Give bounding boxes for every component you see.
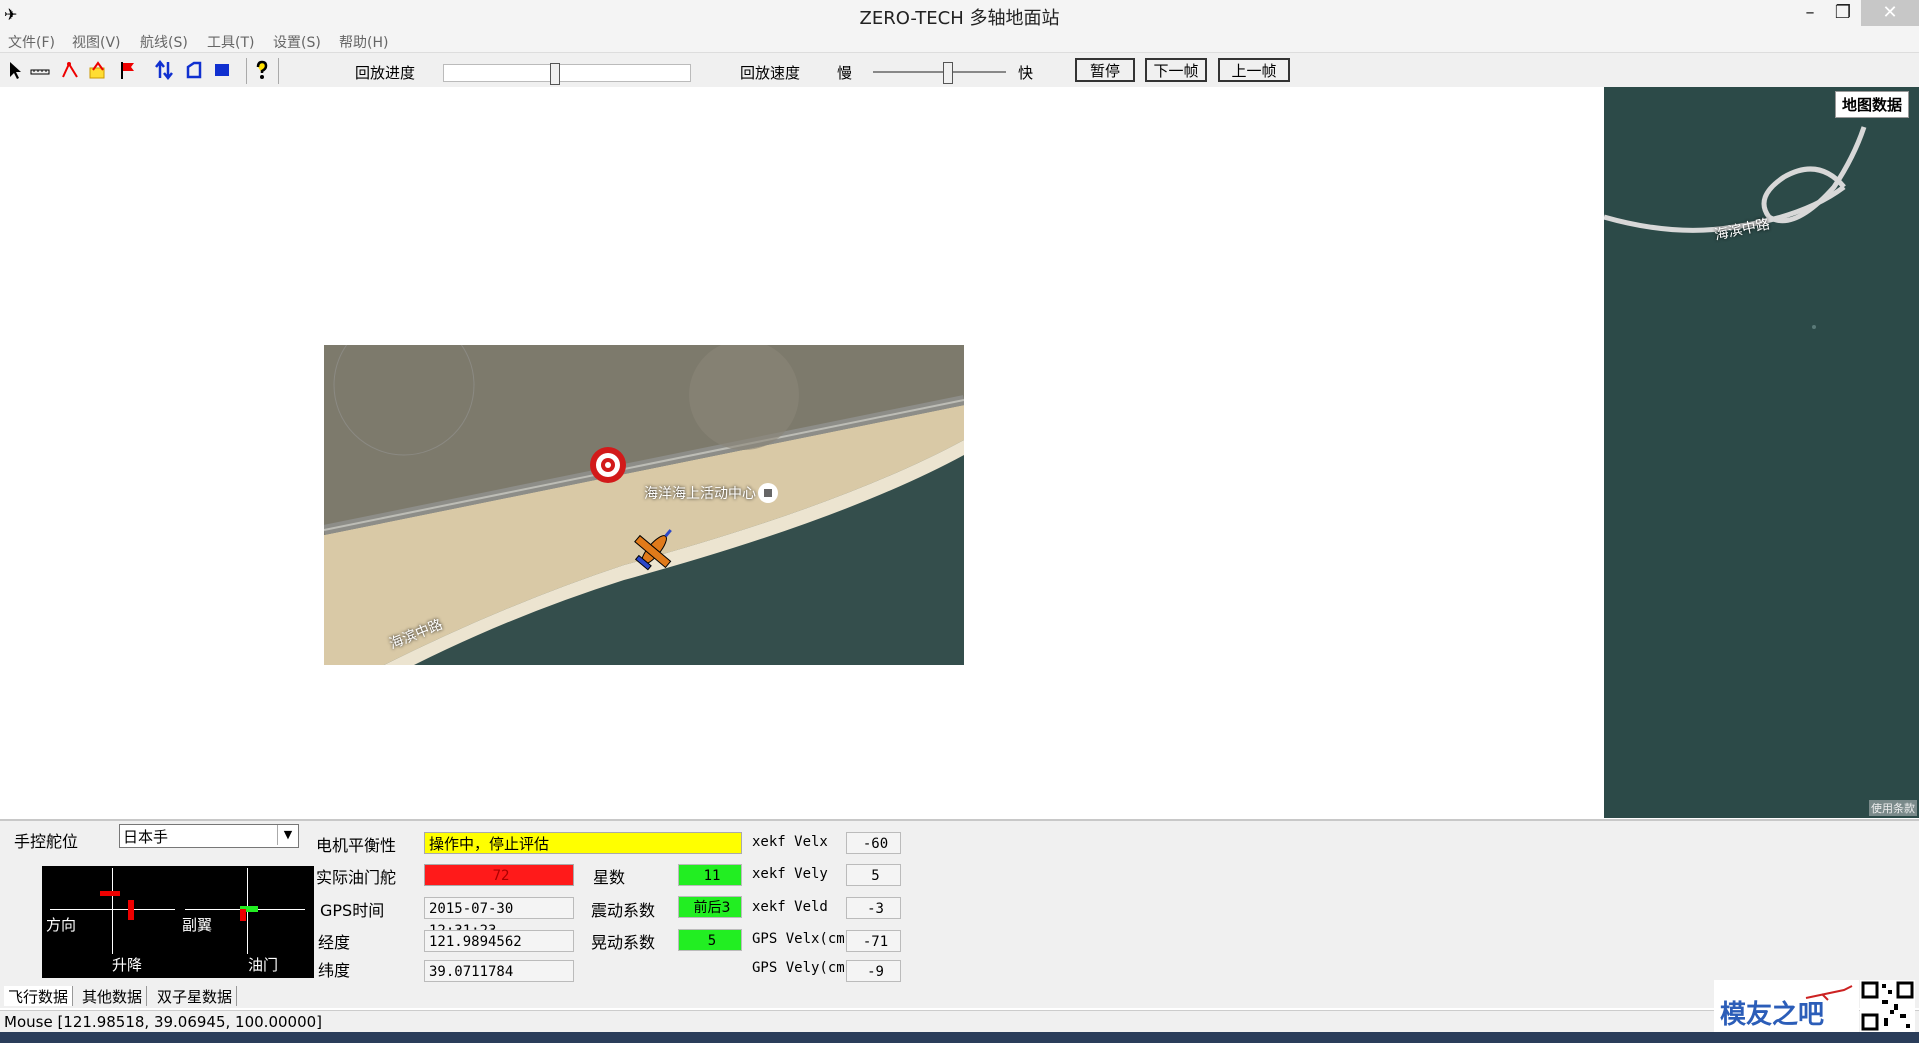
playback-progress-label: 回放进度: [355, 64, 416, 82]
vibration-value: 前后3: [678, 896, 742, 918]
sway-value: 5: [678, 929, 742, 951]
gps-time-value: 2015-07-30 12:31:23: [424, 897, 574, 939]
menu-settings[interactable]: 设置(S): [273, 32, 321, 52]
gps-time-label: GPS时间: [320, 901, 385, 920]
playback-progress-thumb[interactable]: [550, 63, 560, 85]
xekf-veld-label: xekf Veld: [752, 899, 828, 915]
direction-label: 方向: [46, 916, 77, 934]
left-stick-v-axis: [112, 868, 113, 954]
playback-speed-label: 回放速度: [740, 64, 801, 82]
prev-frame-button[interactable]: 上一帧: [1218, 58, 1290, 82]
up-down-arrows-icon[interactable]: [154, 60, 174, 80]
elevator-indicator: [128, 900, 134, 920]
satellites-label: 星数: [593, 868, 626, 887]
menu-help[interactable]: 帮助(H): [339, 32, 388, 52]
aileron-label: 副翼: [182, 916, 213, 934]
mouse-coordinates: Mouse [121.98518, 39.06945, 100.00000]: [4, 1013, 323, 1031]
vibration-label: 震动系数: [591, 901, 656, 920]
waypoint-path-icon[interactable]: [60, 60, 80, 80]
square-icon[interactable]: [212, 60, 232, 80]
pointer-icon[interactable]: [6, 60, 26, 80]
satellites-value: 11: [678, 864, 742, 886]
tab-other-data[interactable]: 其他数据: [78, 986, 148, 1006]
waypoint-edit-icon[interactable]: [88, 60, 108, 80]
help-icon[interactable]: [252, 60, 272, 80]
tab-gemini-data[interactable]: 双子星数据: [153, 986, 238, 1006]
stick-mode-select[interactable]: 日本手 ▼: [119, 824, 299, 848]
motor-balance-label: 电机平衡性: [316, 836, 397, 855]
xekf-velx-value: -60: [846, 832, 901, 854]
latitude-label: 纬度: [318, 961, 351, 980]
xekf-veld-value: -3: [846, 897, 901, 919]
maximize-button[interactable]: ❐: [1820, 0, 1866, 26]
gps-velx-label: GPS Velx(cm): [752, 931, 854, 947]
gps-vely-value: -9: [846, 960, 901, 982]
taskbar: [0, 1032, 1919, 1043]
latitude-value: 39.0711784: [424, 960, 574, 982]
actual-throttle-value: 72: [424, 864, 574, 886]
fast-label: 快: [1018, 64, 1034, 82]
place-label: 海洋海上活动中心: [644, 486, 756, 502]
stick-mode-label: 手控舵位: [14, 832, 79, 851]
next-frame-button[interactable]: 下一帧: [1145, 58, 1207, 82]
gps-vely-label: GPS Vely(cm): [752, 960, 854, 976]
qr-code-icon: [1861, 981, 1914, 1031]
menu-bar: 文件(F) 视图(V) 航线(S) 工具(T) 设置(S) 帮助(H): [0, 30, 1919, 53]
toolbar: 回放进度 回放速度 慢 快 暂停 下一帧 上一帧: [0, 53, 1919, 88]
sway-label: 晃动系数: [591, 933, 656, 952]
tab-flight-data[interactable]: 飞行数据: [4, 986, 74, 1006]
flag-icon[interactable]: [118, 60, 138, 80]
overview-map-image: [1604, 126, 1867, 329]
ruler-icon[interactable]: [30, 60, 50, 80]
motor-balance-value: 操作中，停止评估: [424, 832, 742, 854]
satellite-map-tile[interactable]: 海洋海上活动中心 海滨中路: [324, 345, 964, 665]
home-point-icon[interactable]: [758, 483, 778, 503]
menu-tools[interactable]: 工具(T): [207, 32, 254, 52]
qr-code: [1860, 980, 1915, 1032]
elevator-label: 升降: [112, 956, 143, 974]
gps-velx-value: -71: [846, 930, 901, 952]
close-button[interactable]: ✕: [1861, 0, 1919, 26]
stick-position-display: 方向 副翼 升降 油门: [42, 866, 314, 978]
overview-map-panel[interactable]: 地图数据 海滨中路 使用条款: [1604, 87, 1919, 818]
data-tabs: 飞行数据 其他数据 双子星数据: [0, 984, 1919, 1008]
playback-speed-slider[interactable]: [873, 62, 1006, 84]
menu-file[interactable]: 文件(F): [8, 32, 55, 52]
plane-logo-icon: [1805, 985, 1853, 1001]
direction-indicator: [100, 891, 120, 896]
chevron-down-icon[interactable]: ▼: [277, 825, 298, 845]
satellite-image: [324, 345, 964, 665]
xekf-velx-label: xekf Velx: [752, 834, 828, 850]
polygon-icon[interactable]: [184, 60, 204, 80]
menu-view[interactable]: 视图(V): [72, 32, 121, 52]
menu-route[interactable]: 航线(S): [140, 32, 188, 52]
longitude-label: 经度: [318, 933, 351, 952]
slow-label: 慢: [837, 64, 853, 82]
terms-link[interactable]: 使用条款: [1869, 800, 1917, 816]
title-bar: ✈ ZERO-TECH 多轴地面站 – ❐ ✕: [0, 0, 1919, 30]
throttle-label: 油门: [248, 956, 279, 974]
pause-button[interactable]: 暂停: [1075, 58, 1135, 82]
map-data-button[interactable]: 地图数据: [1834, 91, 1909, 118]
toolbar-divider: [246, 58, 247, 84]
actual-throttle-label: 实际油门舵: [316, 868, 397, 887]
target-marker-icon[interactable]: [590, 447, 626, 483]
status-bar: Mouse [121.98518, 39.06945, 100.00000]: [0, 1010, 1919, 1033]
window-title: ZERO-TECH 多轴地面站: [859, 8, 1060, 29]
longitude-value: 121.9894562: [424, 930, 574, 952]
throttle-indicator: [240, 909, 246, 921]
toolbar-divider: [278, 58, 279, 84]
watermark-logo: 模友之吧: [1714, 980, 1859, 1032]
playback-progress-slider[interactable]: [443, 63, 691, 85]
playback-speed-thumb[interactable]: [943, 62, 953, 84]
stick-mode-value: 日本手: [123, 828, 169, 846]
xekf-vely-label: xekf Vely: [752, 866, 828, 882]
xekf-vely-value: 5: [846, 864, 901, 886]
